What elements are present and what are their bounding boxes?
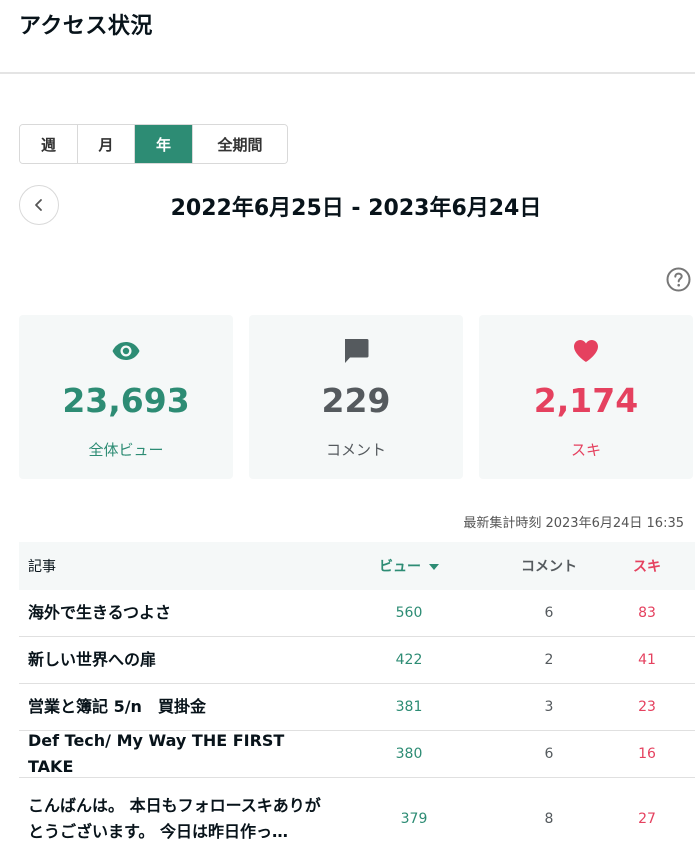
article-title-link[interactable]: 営業と簿記 5/n 買掛金 [19,694,319,720]
row-views: 379 [400,811,428,827]
row-views: 560 [395,605,423,621]
tab-month[interactable]: 月 [78,125,135,163]
likes-total-label: スキ [570,441,601,459]
article-column-header: 記事 [28,559,56,575]
eye-icon [19,337,233,365]
row-likes: 83 [638,605,656,621]
help-icon[interactable] [666,267,691,292]
views-total-label: 全体ビュー [88,441,164,459]
table-header: 記事 ビュー コメント スキ [19,542,695,590]
tab-week[interactable]: 週 [20,125,78,163]
sort-desc-icon [429,564,439,570]
last-updated-time: 最新集計時刻 2023年6月24日 16:35 [463,516,684,531]
row-comments: 2 [544,652,554,668]
row-likes: 16 [638,746,656,762]
header-divider [0,72,695,74]
date-range: 2022年6月25日 - 2023年6月24日 [170,196,542,221]
comment-icon [249,337,463,365]
comments-total-value: 229 [321,381,391,420]
articles-table: 記事 ビュー コメント スキ 海外で生きるつよさ 560 6 83 新しい世界へ… [19,542,695,847]
row-comments: 3 [544,699,554,715]
tab-all-time[interactable]: 全期間 [193,125,287,163]
views-stat-card: 23,693 全体ビュー [19,315,233,479]
row-comments: 8 [544,811,554,827]
table-row: Def Tech/ My Way THE FIRST TAKE 380 6 16 [19,731,695,778]
row-comments: 6 [544,605,554,621]
comments-stat-card: 229 コメント [249,315,463,479]
comments-total-label: コメント [325,441,386,459]
likes-column-header[interactable]: スキ [599,556,695,576]
row-likes: 27 [638,811,656,827]
article-title-link[interactable]: こんばんは。 本日もフォロースキありがとうございます。 今日は昨日作っ… [19,793,329,845]
tab-year[interactable]: 年 [135,125,193,163]
row-likes: 23 [638,699,656,715]
table-row: 海外で生きるつよさ 560 6 83 [19,590,695,637]
row-likes: 41 [638,652,656,668]
article-title-link[interactable]: Def Tech/ My Way THE FIRST TAKE [19,728,319,780]
heart-icon [479,337,693,365]
page-title: アクセス状況 [19,14,153,39]
row-views: 422 [395,652,423,668]
comments-column-header[interactable]: コメント [499,556,599,576]
row-views: 380 [395,746,423,762]
views-total-value: 23,693 [62,381,190,420]
table-row: 営業と簿記 5/n 買掛金 381 3 23 [19,684,695,731]
table-row: こんばんは。 本日もフォロースキありがとうございます。 今日は昨日作っ… 379… [19,778,695,847]
views-column-header[interactable]: ビュー [319,556,499,576]
views-header-label: ビュー [379,559,421,575]
period-tabs: 週 月 年 全期間 [19,124,288,164]
article-title-link[interactable]: 海外で生きるつよさ [19,600,319,626]
row-views: 381 [395,699,423,715]
likes-total-value: 2,174 [533,381,639,420]
article-title-link[interactable]: 新しい世界への扉 [19,647,319,673]
table-row: 新しい世界への扉 422 2 41 [19,637,695,684]
row-comments: 6 [544,746,554,762]
likes-stat-card: 2,174 スキ [479,315,693,479]
